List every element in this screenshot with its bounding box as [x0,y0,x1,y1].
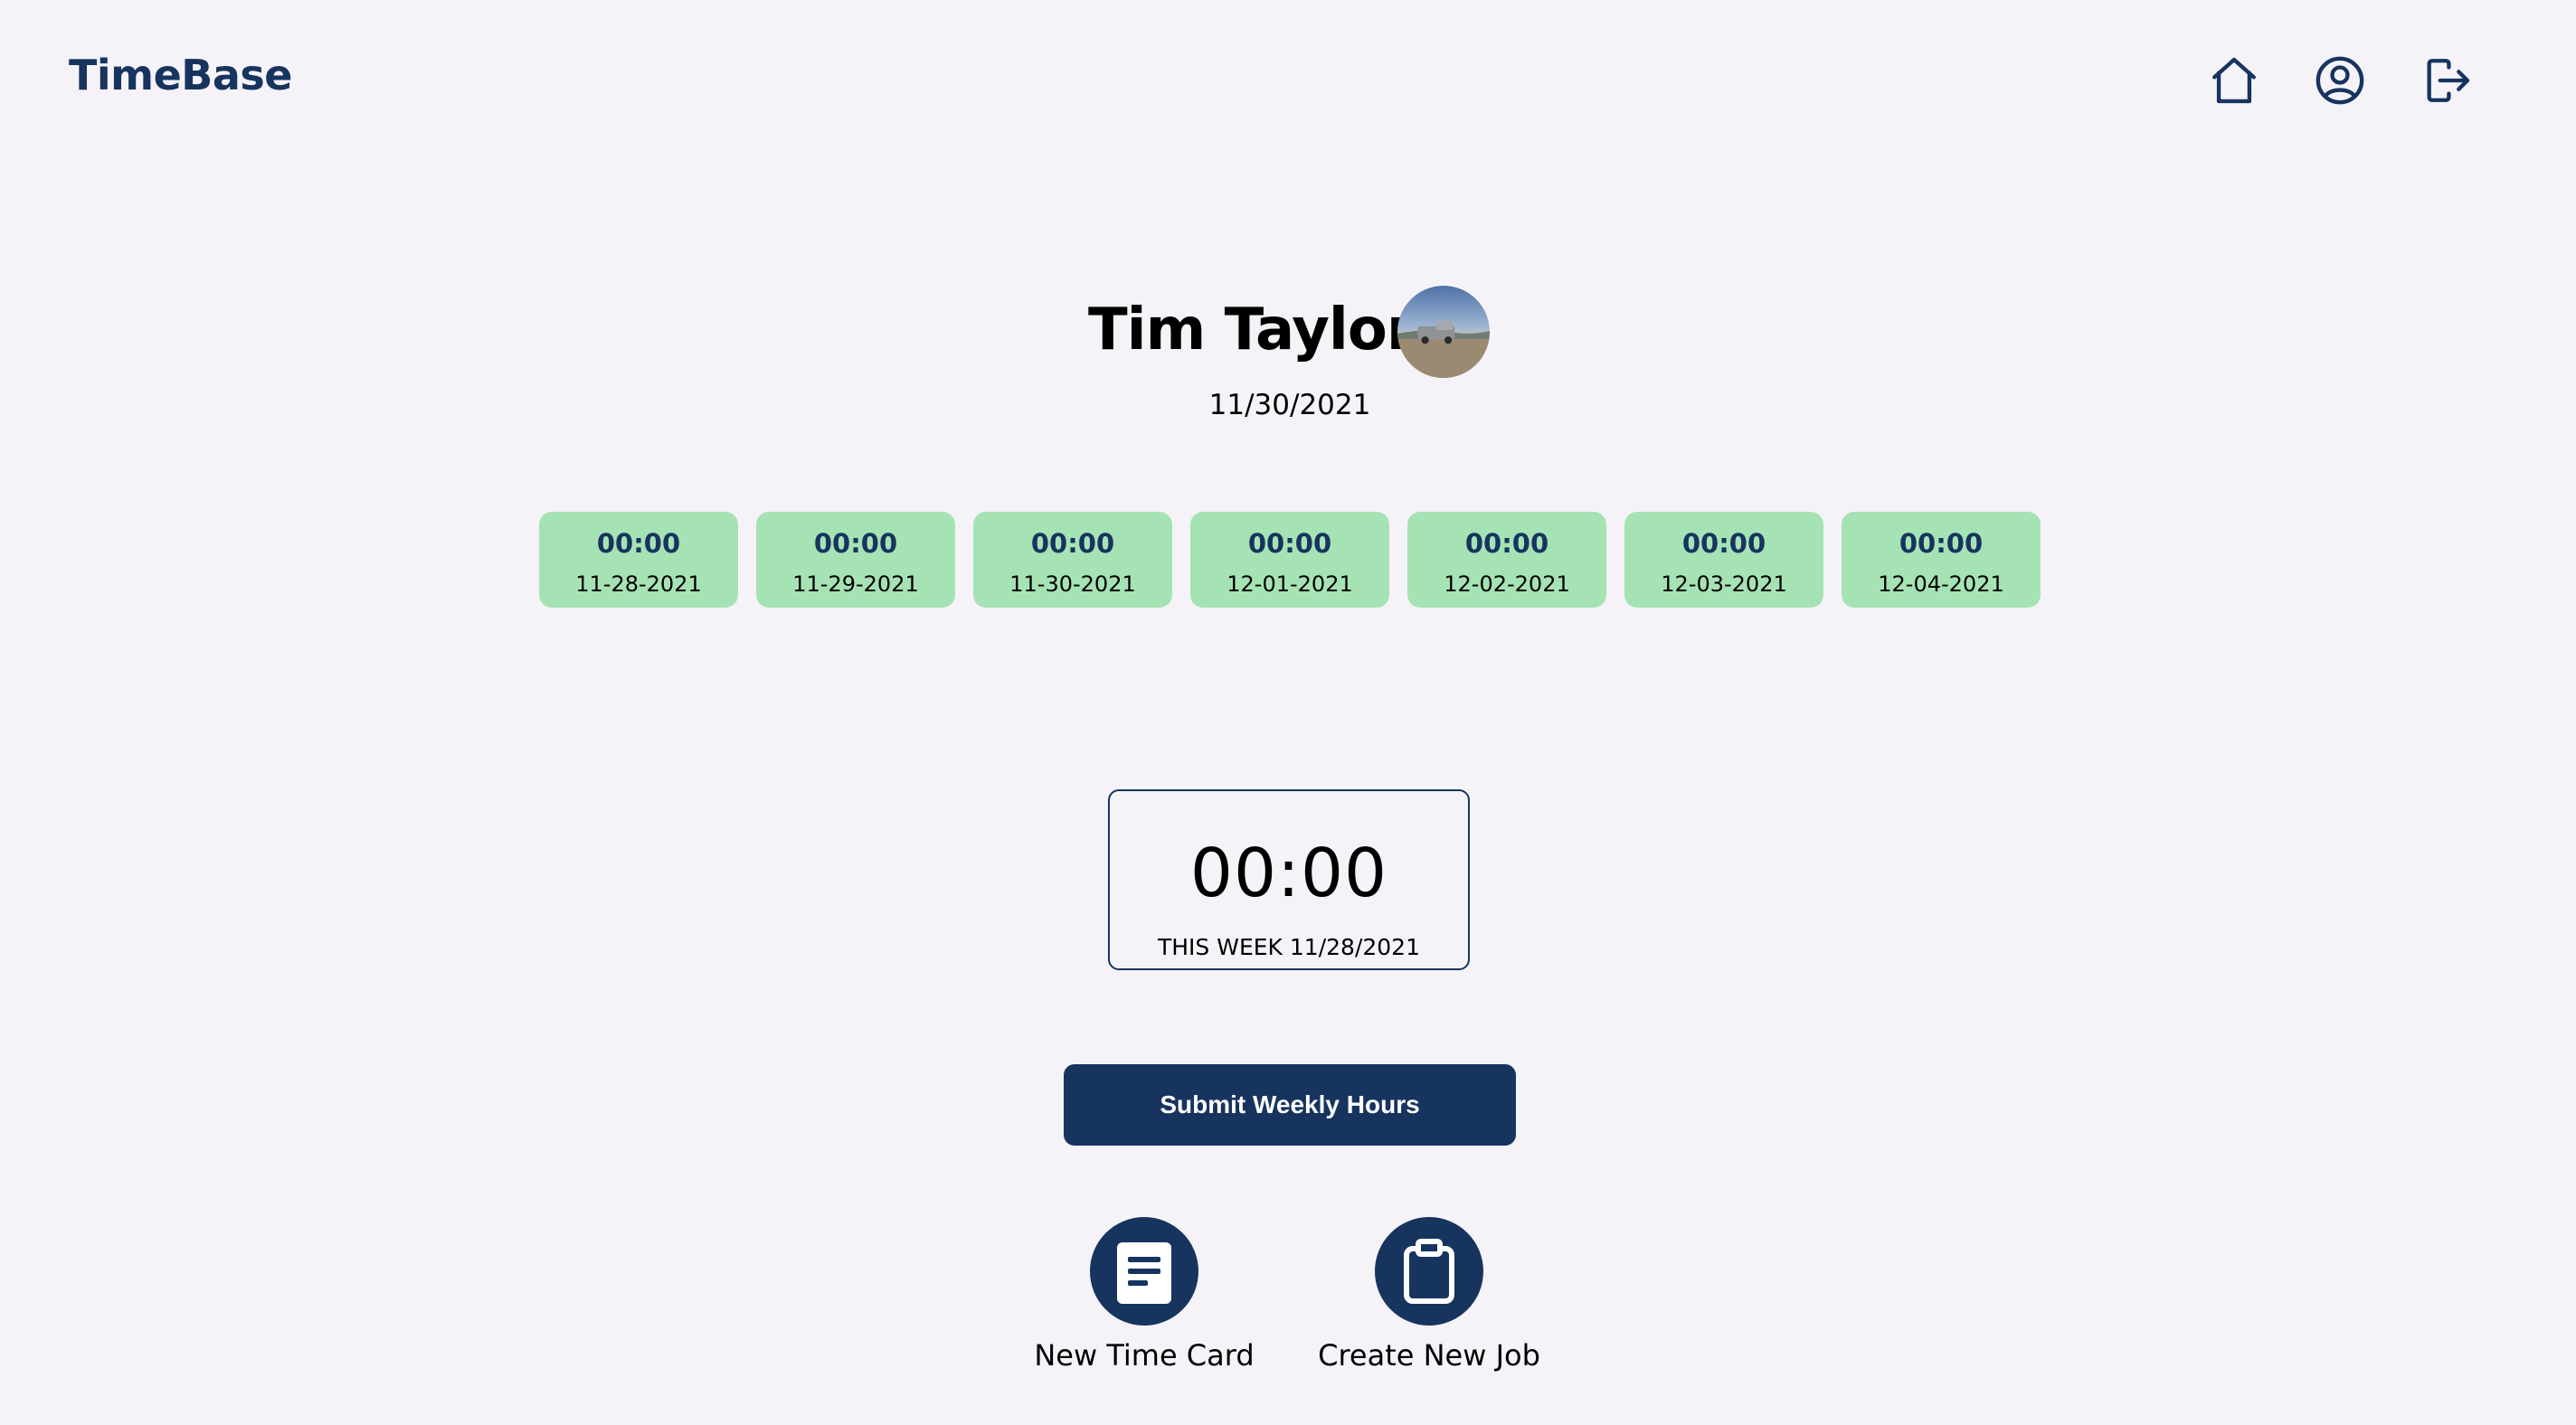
day-date: 12-01-2021 [1226,571,1353,597]
new-time-card-button[interactable]: New Time Card [1022,1217,1266,1373]
day-hours: 00:00 [1681,528,1766,559]
user-name: Tim Taylor [1088,297,1415,363]
day-date: 12-03-2021 [1661,571,1787,597]
weekly-total-card: 00:00 THIS WEEK 11/28/2021 [1108,789,1470,970]
new-time-card-label: New Time Card [1034,1338,1255,1373]
day-card[interactable]: 00:00 12-04-2021 [1842,512,2041,608]
day-date: 12-02-2021 [1444,571,1570,597]
logout-icon[interactable] [2420,54,2473,107]
app-logo[interactable]: TimeBase [69,51,292,99]
current-date: 11/30/2021 [1208,389,1371,421]
day-card[interactable]: 00:00 11-28-2021 [539,512,738,608]
day-hours: 00:00 [1030,528,1115,559]
create-new-job-label: Create New Job [1318,1338,1540,1373]
weekly-total-label: THIS WEEK 11/28/2021 [1157,934,1420,960]
new-time-card-circle[interactable] [1090,1217,1198,1326]
document-icon [1117,1242,1171,1304]
avatar[interactable] [1397,286,1490,378]
weekly-total-hours: 00:00 [1189,835,1388,912]
day-date: 11-29-2021 [792,571,919,597]
user-circle-icon[interactable] [2314,54,2366,107]
day-card[interactable]: 00:00 12-01-2021 [1190,512,1389,608]
day-hours: 00:00 [596,528,681,559]
day-cards: 00:00 11-28-2021 00:00 11-29-2021 00:00 … [539,512,2041,608]
create-new-job-circle[interactable] [1375,1217,1483,1326]
day-card[interactable]: 00:00 12-03-2021 [1624,512,1823,608]
day-date: 12-04-2021 [1878,571,2004,597]
day-date: 11-28-2021 [575,571,702,597]
clipboard-icon [1404,1239,1454,1304]
day-hours: 00:00 [813,528,898,559]
create-new-job-button[interactable]: Create New Job [1302,1217,1556,1373]
day-hours: 00:00 [1899,528,1984,559]
day-card[interactable]: 00:00 11-29-2021 [756,512,955,608]
day-hours: 00:00 [1464,528,1549,559]
day-date: 11-30-2021 [1009,571,1136,597]
day-card[interactable]: 00:00 11-30-2021 [973,512,1172,608]
user-header: Tim Taylor [0,282,2576,382]
home-icon[interactable] [2208,54,2260,107]
day-card[interactable]: 00:00 12-02-2021 [1407,512,1606,608]
submit-weekly-hours-button[interactable]: Submit Weekly Hours [1064,1064,1516,1146]
day-hours: 00:00 [1247,528,1332,559]
